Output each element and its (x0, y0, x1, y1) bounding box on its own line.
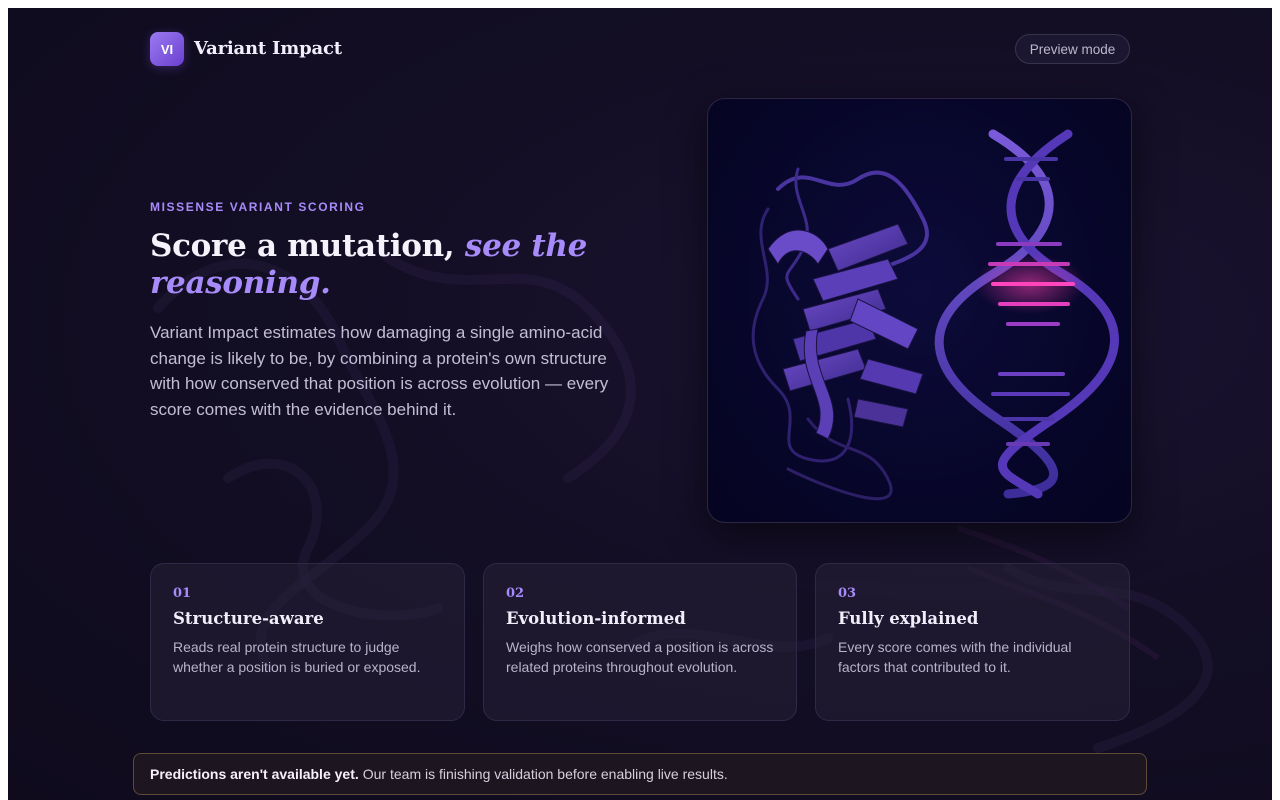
feature-card-structure: 01 Structure-aware Reads real protein st… (150, 563, 465, 721)
hero-eyebrow: MISSENSE VARIANT SCORING (150, 200, 366, 214)
preview-mode-badge: Preview mode (1015, 34, 1130, 64)
feature-number: 01 (173, 586, 192, 601)
app-name[interactable]: Variant Impact (194, 38, 342, 59)
headline-plain: Score a mutation, (150, 228, 455, 264)
protein-dna-illustration (707, 98, 1132, 523)
logo-initials: VI (160, 41, 174, 57)
feature-title: Structure-aware (173, 609, 324, 628)
hero-headline: Score a mutation, see the reasoning. (150, 228, 630, 302)
feature-description: Weighs how conserved a position is acros… (506, 639, 774, 675)
feature-number: 03 (838, 586, 857, 601)
page: VI Variant Impact Preview mode MISSENSE … (8, 8, 1272, 800)
protein-dna-icon (751, 129, 1119, 501)
feature-card-evolution: 02 Evolution-informed Weighs how conserv… (483, 563, 797, 721)
feature-title: Fully explained (838, 609, 979, 628)
feature-card-explained: 03 Fully explained Every score comes wit… (815, 563, 1130, 721)
feature-title: Evolution-informed (506, 609, 686, 628)
hero-description: Variant Impact estimates how damaging a … (150, 323, 609, 419)
availability-notice: Predictions aren't available yet. Our te… (133, 753, 1147, 795)
notice-heading: Predictions aren't available yet. (150, 766, 359, 782)
feature-description: Every score comes with the individual fa… (838, 639, 1072, 675)
feature-number: 02 (506, 586, 525, 601)
logo-badge[interactable]: VI (150, 32, 184, 66)
feature-description: Reads real protein structure to judge wh… (173, 639, 421, 675)
notice-text: Our team is finishing validation before … (362, 766, 728, 782)
